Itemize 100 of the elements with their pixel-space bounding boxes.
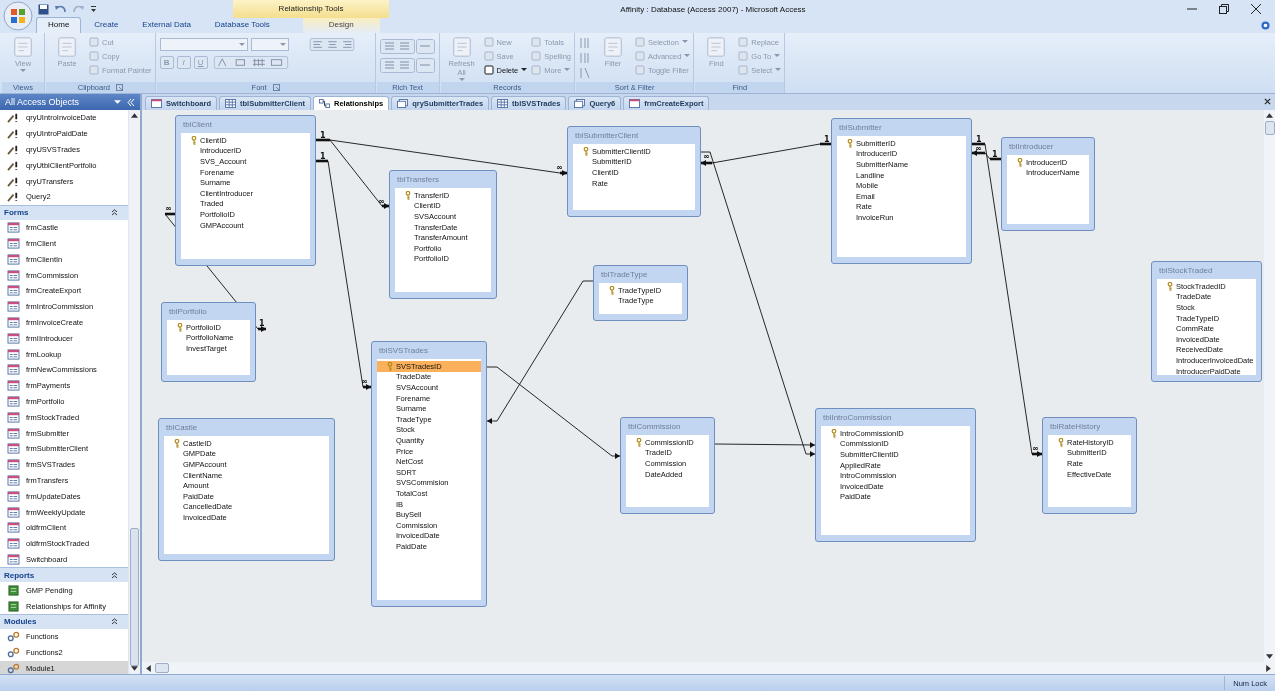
table-title: tblIntroCommission bbox=[822, 412, 893, 424]
cardinality-label: ∞ bbox=[378, 197, 385, 206]
key-icon bbox=[1058, 437, 1064, 447]
cardinality-label: 1 bbox=[824, 135, 830, 144]
command-icon bbox=[483, 65, 494, 75]
scrollbar[interactable] bbox=[142, 662, 1275, 674]
form-icon bbox=[7, 364, 20, 376]
relationship-line[interactable] bbox=[714, 441, 816, 448]
ribbon-tab[interactable]: Design bbox=[302, 18, 380, 33]
command-icon bbox=[56, 36, 78, 58]
form-icon bbox=[7, 459, 20, 471]
context-tab-header: Relationship Tools bbox=[233, 0, 389, 18]
caret-icon[interactable] bbox=[114, 99, 121, 105]
table-title: tblCommission bbox=[627, 421, 682, 433]
pencil-query-icon bbox=[7, 191, 20, 203]
scroll-right-icon[interactable] bbox=[1266, 664, 1271, 672]
form-icon bbox=[7, 553, 20, 565]
ribbon-tab[interactable]: Create bbox=[83, 18, 130, 33]
cardinality-label: ∞ bbox=[703, 152, 710, 161]
collapse-icon[interactable] bbox=[111, 209, 118, 217]
scroll-up-icon[interactable] bbox=[131, 113, 138, 118]
form-icon bbox=[7, 395, 20, 407]
relationship-line[interactable] bbox=[315, 138, 568, 176]
form-icon bbox=[7, 522, 20, 534]
dialog-launcher-icon[interactable] bbox=[272, 84, 280, 91]
caret-icon bbox=[774, 54, 781, 58]
form-icon bbox=[151, 99, 162, 108]
undo-icon[interactable] bbox=[54, 3, 67, 15]
dialog-launcher-icon[interactable] bbox=[115, 84, 123, 91]
relationship-line[interactable] bbox=[700, 142, 832, 166]
key-icon bbox=[174, 438, 180, 448]
table-title: tblRateHistory bbox=[1049, 421, 1102, 433]
collapse-icon[interactable] bbox=[111, 618, 118, 626]
caret-icon bbox=[521, 68, 528, 72]
cardinality-label: ∞ bbox=[1032, 444, 1039, 453]
customize-menu-icon[interactable] bbox=[90, 5, 97, 13]
caret-icon bbox=[684, 54, 691, 58]
key-icon bbox=[387, 361, 393, 371]
key-icon bbox=[636, 437, 642, 447]
pencil-query-icon bbox=[7, 159, 20, 171]
key-icon bbox=[1167, 281, 1173, 291]
form-icon bbox=[7, 237, 20, 249]
command-icon bbox=[12, 36, 34, 58]
pencil-query-icon bbox=[7, 128, 20, 140]
module-icon bbox=[7, 647, 20, 659]
navigation-pane-header[interactable]: All Access Objects bbox=[0, 94, 140, 110]
relationship-line[interactable] bbox=[329, 139, 390, 209]
navigation-title: All Access Objects bbox=[5, 97, 81, 107]
scrollbar-thumb[interactable] bbox=[1264, 121, 1275, 135]
scrollbar[interactable] bbox=[1264, 110, 1275, 662]
form-icon bbox=[7, 443, 20, 455]
form-icon bbox=[7, 538, 20, 550]
scroll-down-icon[interactable] bbox=[1266, 654, 1273, 659]
table-icon bbox=[497, 99, 509, 108]
command-icon bbox=[738, 65, 749, 75]
caret-icon bbox=[279, 42, 286, 47]
table-title: tblSubmitter bbox=[838, 122, 883, 134]
command-icon bbox=[483, 51, 494, 61]
collapse-pane-icon[interactable] bbox=[127, 98, 135, 106]
report-icon bbox=[7, 600, 20, 612]
group-header[interactable]: Forms bbox=[0, 204, 128, 220]
form-icon bbox=[7, 427, 20, 439]
group-title: Reports bbox=[4, 570, 36, 580]
close-icon[interactable] bbox=[1251, 4, 1261, 14]
table-title: tblSubmitterClient bbox=[574, 130, 640, 142]
help-icon[interactable] bbox=[1261, 21, 1270, 30]
cardinality-label: ∞ bbox=[361, 377, 368, 386]
cardinality-label: 1 bbox=[259, 319, 265, 328]
key-icon bbox=[191, 135, 197, 145]
group-header[interactable]: Modules bbox=[0, 613, 128, 629]
ribbon-tab[interactable]: Home bbox=[36, 17, 82, 33]
form-icon bbox=[7, 285, 20, 297]
command-icon bbox=[705, 36, 728, 58]
close-icon[interactable] bbox=[1264, 98, 1271, 105]
table-title: tblClient bbox=[182, 119, 213, 131]
pencil-query-icon bbox=[7, 175, 20, 187]
scrollbar-thumb[interactable] bbox=[130, 528, 139, 666]
scroll-left-icon[interactable] bbox=[146, 664, 151, 672]
command-icon bbox=[531, 65, 542, 75]
form-icon bbox=[7, 380, 20, 392]
table-title: tblCastle bbox=[165, 422, 199, 434]
table-title: tblTransfers bbox=[396, 174, 440, 186]
form-icon bbox=[7, 506, 20, 518]
key-icon bbox=[583, 146, 589, 156]
command-icon bbox=[450, 36, 473, 58]
scrollbar-thumb[interactable] bbox=[155, 663, 169, 673]
restore-icon[interactable] bbox=[1219, 4, 1229, 14]
cardinality-label: 1 bbox=[320, 131, 326, 140]
ribbon-tab[interactable]: External Data bbox=[131, 18, 202, 33]
collapse-icon[interactable] bbox=[111, 571, 118, 579]
table-title: tblSVSTrades bbox=[378, 345, 430, 357]
group-header[interactable]: Reports bbox=[0, 567, 128, 583]
scroll-up-icon[interactable] bbox=[1266, 113, 1273, 118]
group-title: Modules bbox=[4, 617, 38, 627]
ribbon-tab[interactable]: Database Tools bbox=[203, 18, 281, 33]
key-icon bbox=[609, 285, 615, 295]
cardinality-label: 1 bbox=[992, 150, 998, 159]
table-title: tblPortfolio bbox=[168, 306, 208, 318]
save-icon[interactable] bbox=[38, 3, 49, 15]
scrollbar[interactable] bbox=[128, 110, 140, 674]
